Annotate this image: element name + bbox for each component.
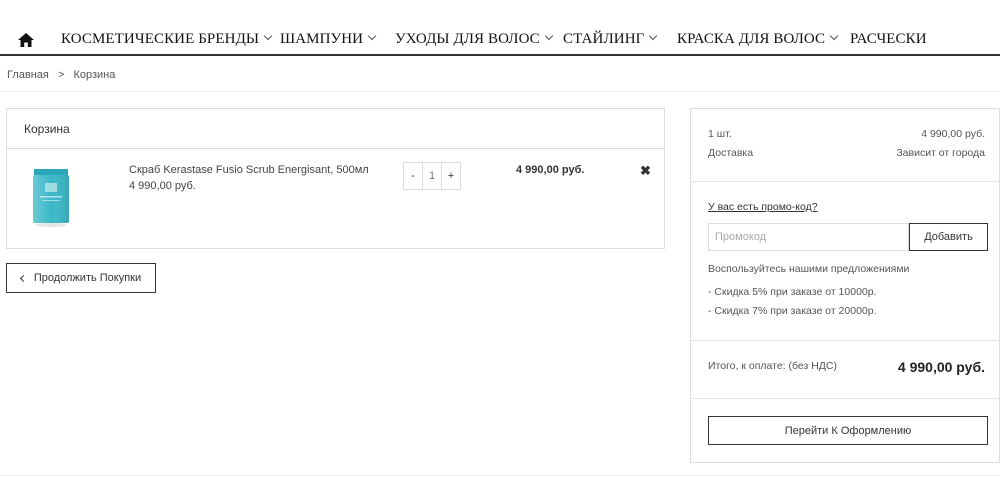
- breadcrumb-separator: >: [57, 69, 65, 81]
- divider: [0, 475, 1000, 476]
- add-promo-button[interactable]: Добавить: [909, 223, 988, 251]
- line-total: 4 990,00 руб.: [516, 164, 585, 176]
- product-price: 4 990,00 руб.: [129, 180, 196, 192]
- cart-title: Корзина: [7, 109, 664, 149]
- nav-item-styling[interactable]: СТАЙЛИНГ: [563, 31, 658, 48]
- main-nav: КОСМЕТИЧЕСКИЕ БРЕНДЫ ШАМПУНИ УХОДЫ ДЛЯ В…: [0, 0, 1000, 56]
- product-name[interactable]: Скраб Kerastase Fusio Scrub Energisant, …: [129, 164, 369, 176]
- nav-item-shampoos[interactable]: ШАМПУНИ: [280, 31, 377, 48]
- offer-item: - Скидка 5% при заказе от 10000р.: [708, 286, 877, 298]
- increment-button[interactable]: +: [442, 163, 460, 189]
- promo-code-link[interactable]: У вас есть промо-код?: [708, 201, 818, 213]
- chevron-down-icon: [263, 31, 273, 41]
- divider: [691, 398, 1000, 399]
- nav-item-hair-care[interactable]: УХОДЫ ДЛЯ ВОЛОС: [395, 31, 554, 48]
- order-summary: 1 шт. 4 990,00 руб. Доставка Зависит от …: [690, 108, 1000, 463]
- chevron-down-icon: [829, 31, 839, 41]
- delivery-value: Зависит от города: [896, 147, 985, 159]
- divider: [691, 181, 1000, 182]
- close-icon[interactable]: ✖: [640, 163, 651, 179]
- chevron-left-icon: [19, 274, 27, 282]
- offers-title: Воспользуйтесь нашими предложениями: [708, 263, 910, 275]
- breadcrumb-home[interactable]: Главная: [7, 69, 49, 81]
- nav-item-hair-dye[interactable]: КРАСКА ДЛЯ ВОЛОС: [677, 31, 839, 48]
- breadcrumb: Главная > Корзина: [7, 69, 121, 81]
- nav-item-brands[interactable]: КОСМЕТИЧЕСКИЕ БРЕНДЫ: [61, 31, 273, 48]
- quantity-field[interactable]: 1: [422, 163, 442, 189]
- continue-shopping-button[interactable]: Продолжить Покупки: [6, 263, 156, 293]
- breadcrumb-current: Корзина: [73, 69, 116, 81]
- nav-item-combs[interactable]: РАСЧЕСКИ: [850, 31, 927, 48]
- product-image[interactable]: [32, 169, 70, 227]
- promo-code-input[interactable]: [708, 223, 909, 251]
- divider: [0, 91, 1000, 92]
- chevron-down-icon: [649, 31, 658, 41]
- offer-item: - Скидка 7% при заказе от 20000р.: [708, 305, 877, 317]
- total-label: Итого, к оплате: (без НДС): [708, 360, 837, 372]
- checkout-button[interactable]: Перейти К Оформлению: [708, 416, 988, 445]
- chevron-down-icon: [367, 31, 377, 41]
- home-icon[interactable]: [18, 33, 34, 47]
- item-count-label: 1 шт.: [708, 128, 732, 140]
- divider: [691, 340, 1000, 341]
- quantity-stepper: - 1 +: [403, 162, 461, 190]
- chevron-down-icon: [544, 31, 554, 41]
- delivery-label: Доставка: [708, 147, 754, 159]
- cart-panel: Корзина Скраб Kerastase Fusio Scrub Ener…: [6, 108, 665, 249]
- total-value: 4 990,00 руб.: [897, 359, 985, 375]
- decrement-button[interactable]: -: [404, 163, 422, 189]
- item-count-value: 4 990,00 руб.: [921, 128, 985, 140]
